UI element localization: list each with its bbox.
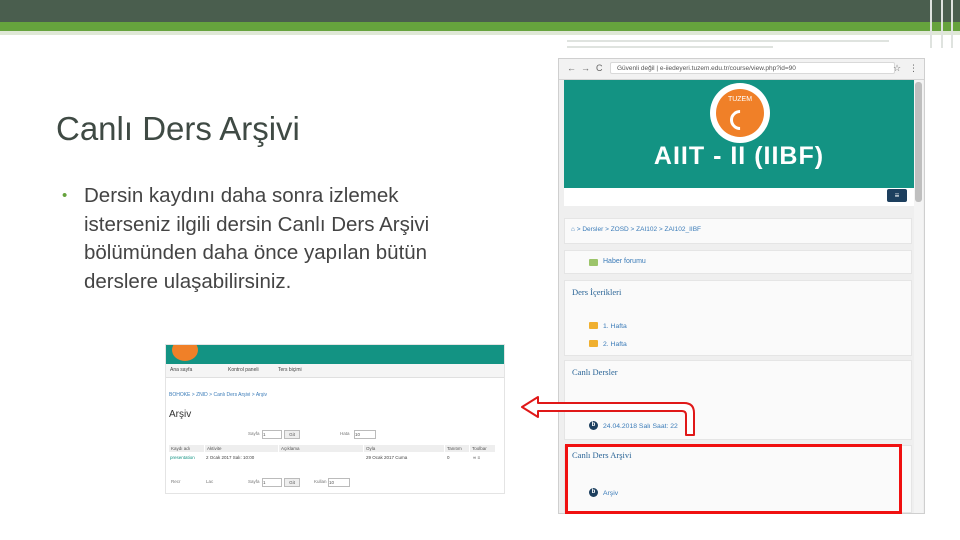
menu-bar [564, 188, 914, 206]
hamburger-icon[interactable]: ≡ [887, 189, 907, 202]
folder-icon [589, 322, 598, 329]
recording-duration: 0 [447, 455, 450, 460]
table-header: Tanıtım [445, 445, 469, 452]
bottom-control: Lac [206, 479, 214, 484]
breadcrumb[interactable]: ⌂ > Dersler > ZOSD > ZAI102 > ZAI102_IIB… [571, 226, 701, 233]
go-button-bottom[interactable]: Git [284, 478, 300, 487]
address-bar[interactable]: Güvenli değil | e-iiedeyeri.tuzem.edu.tr… [610, 62, 895, 74]
table-header: Toolbar [470, 445, 495, 452]
slide-bullet: • Dersin kaydını daha sonra izlemek iste… [62, 182, 482, 296]
pointer-arrow-icon [521, 396, 695, 436]
page-input[interactable]: 1 [262, 430, 282, 439]
archive-breadcrumb[interactable]: BOHOKE > ZNID > Canlı Ders Arşivi > Arşi… [169, 392, 267, 398]
bullet-dot: • [62, 187, 68, 204]
bullet-text: Dersin kaydını daha sonra izlemek isters… [84, 184, 430, 293]
recording-actions[interactable]: ∞ ≡ [473, 455, 480, 460]
section-contents: Ders İçerikleri 1. Hafta 2. Hafta [564, 280, 912, 356]
go-button[interactable]: Git [284, 430, 300, 439]
forum-card: Haber forumu [564, 250, 912, 274]
recording-link[interactable]: presentation [170, 455, 195, 460]
decor-line [930, 0, 932, 48]
folder-icon [589, 340, 598, 347]
bottom-control: Sayfa [248, 479, 260, 484]
bottom-control: Kullan [314, 479, 327, 484]
scrollbar-thumb[interactable] [915, 82, 922, 202]
browser-toolbar: ← → C Güvenli değil | e-iiedeyeri.tuzem.… [559, 59, 924, 80]
decor-line [951, 0, 953, 48]
week-1-link[interactable]: 1. Hafta [603, 323, 627, 330]
breadcrumb-card: ⌂ > Dersler > ZOSD > ZAI102 > ZAI102_IIB… [564, 218, 912, 244]
logo-text: TUZEM [727, 96, 753, 103]
menu-icon[interactable]: ⋮ [909, 63, 918, 74]
forward-icon[interactable]: → [581, 63, 590, 73]
archive-header [166, 345, 504, 364]
nav-dashboard[interactable]: Kontrol paneli [228, 367, 259, 373]
week-2-link[interactable]: 2. Hafta [603, 341, 627, 348]
count-select-bottom[interactable]: 10 [328, 478, 350, 487]
star-icon[interactable]: ☆ [893, 63, 901, 74]
bottom-control: Recr [171, 479, 181, 484]
decor-line [567, 40, 889, 42]
back-icon[interactable]: ← [567, 63, 576, 73]
page-label: Sayfa [248, 431, 260, 436]
archive-table: Kaydı adı Aktivite Açıklama Oyla Tanıtım… [169, 445, 495, 475]
slide-accent-band [0, 22, 960, 31]
recording-date: 29 Ocak 2017 Cuma [366, 455, 408, 460]
slide-title: Canlı Ders Arşivi [56, 110, 300, 147]
forum-icon [589, 259, 598, 266]
archive-heading: Arşiv [169, 409, 192, 420]
course-header: TUZEM AIIT - II (IIBF) [564, 80, 914, 188]
decor-line [941, 0, 943, 48]
table-header: Aktivite [205, 445, 278, 452]
slide-top-band [0, 0, 960, 22]
archive-nav: Ana sayfa Kontrol paneli Ters biçimi [166, 364, 504, 378]
decor-line [567, 46, 773, 48]
recording-activity: 2 Ocak 2017 Salı: 10:00 [206, 455, 255, 460]
table-header: Oyla [364, 445, 444, 452]
section-title: Canlı Dersler [572, 367, 618, 377]
news-forum-link[interactable]: Haber forumu [603, 258, 646, 265]
table-header: Açıklama [279, 445, 363, 452]
nav-format[interactable]: Ters biçimi [278, 367, 302, 373]
table-header: Kaydı adı [169, 445, 204, 452]
page-input-bottom[interactable]: 1 [262, 478, 282, 487]
course-title: AIIT - II (IIBF) [653, 142, 825, 170]
section-title: Ders İçerikleri [572, 287, 622, 297]
reload-icon[interactable]: C [596, 63, 603, 73]
count-label: Hata [340, 431, 350, 436]
archive-screenshot: Ana sayfa Kontrol paneli Ters biçimi BOH… [165, 344, 505, 494]
slide-light-band [0, 31, 960, 35]
nav-home[interactable]: Ana sayfa [170, 367, 192, 373]
count-select[interactable]: 10 [354, 430, 376, 439]
highlight-box [565, 444, 902, 514]
